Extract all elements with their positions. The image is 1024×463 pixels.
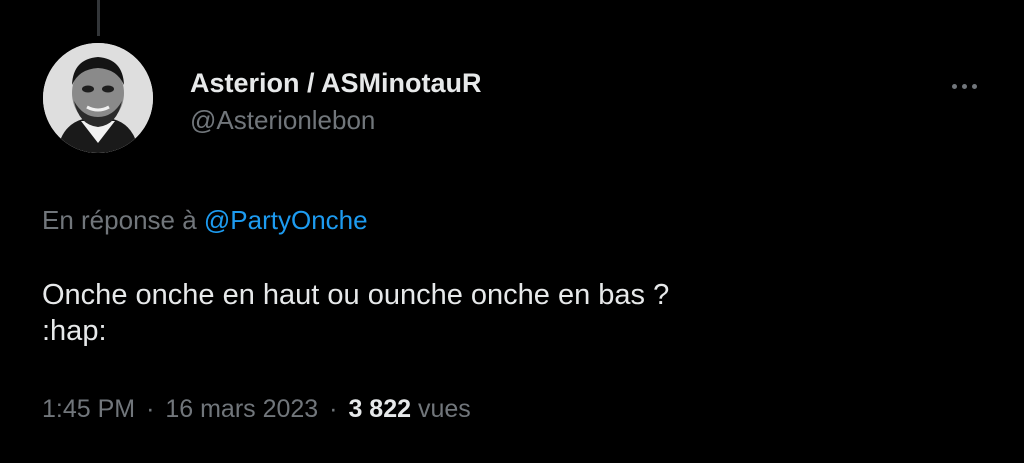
tweet-date[interactable]: 16 mars 2023 [165,395,318,423]
avatar-photo [43,43,153,153]
reply-prefix: En réponse à [42,205,197,235]
tweet-meta: 1:45 PM · 16 mars 2023 · 3 822 vues [42,395,471,424]
views-count[interactable]: 3 822 [348,395,411,423]
tweet-text: Onche onche en haut ou ounche onche en b… [42,277,982,349]
author-handle[interactable]: @Asterionlebon [190,105,375,136]
more-options-button[interactable] [944,74,984,98]
author-display-name[interactable]: Asterion / ASMinotauR [190,68,482,99]
tweet-text-line: Onche onche en haut ou ounche onche en b… [42,279,670,311]
tweet-text-line: :hap: [42,315,107,347]
more-horizontal-icon [951,83,957,89]
tweet-time[interactable]: 1:45 PM [42,395,135,423]
more-horizontal-icon-dot [971,83,977,89]
meta-separator: · [146,395,155,423]
reply-mention-link[interactable]: @PartyOnche [204,205,368,235]
meta-separator: · [329,395,338,423]
thread-line [97,0,100,36]
reply-context: En réponse à @PartyOnche [42,205,368,236]
avatar[interactable] [43,43,153,153]
views-label: vues [417,395,471,423]
more-horizontal-icon-dot [961,83,967,89]
